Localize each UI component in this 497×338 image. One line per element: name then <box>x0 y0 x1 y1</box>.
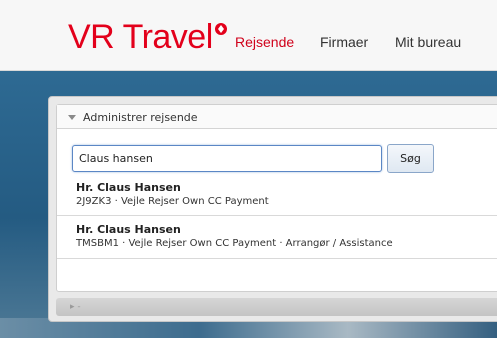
nav-mit-bureau[interactable]: Mit bureau <box>395 34 461 50</box>
panel-header[interactable]: Administrer rejsende <box>57 105 497 129</box>
nav-firmaer[interactable]: Firmaer <box>320 34 368 50</box>
result-item[interactable]: Hr. Claus Hansen 2J9ZK3 · Vejle Rejser O… <box>57 179 497 216</box>
vr-travel-logo[interactable]: VR Travel <box>68 18 228 57</box>
top-header: VR Travel Rejsende Firmaer Mit bureau <box>0 0 497 71</box>
logo-text: VR Travel <box>68 18 213 56</box>
collapse-triangle-icon[interactable] <box>68 115 76 120</box>
nav-rejsende[interactable]: Rejsende <box>235 34 294 50</box>
administer-travelers-panel: Administrer rejsende Søg Hr. Claus Hanse… <box>56 104 497 292</box>
logo-mark-icon <box>214 23 227 35</box>
search-button[interactable]: Søg <box>387 144 434 173</box>
result-divider <box>57 258 497 259</box>
panel-footer-bar: ▸ - <box>56 298 497 316</box>
result-name: Hr. Claus Hansen <box>76 223 181 236</box>
result-item[interactable]: Hr. Claus Hansen TMSBM1 · Vejle Rejser O… <box>57 221 497 258</box>
result-divider <box>57 215 497 216</box>
footer-arrow-icon: ▸ - <box>70 302 81 312</box>
result-details: 2J9ZK3 · Vejle Rejser Own CC Payment <box>76 196 269 207</box>
result-name: Hr. Claus Hansen <box>76 181 181 194</box>
result-details: TMSBM1 · Vejle Rejser Own CC Payment · A… <box>76 238 393 249</box>
panel-title: Administrer rejsende <box>83 111 198 124</box>
traveler-search-input[interactable] <box>72 145 382 172</box>
